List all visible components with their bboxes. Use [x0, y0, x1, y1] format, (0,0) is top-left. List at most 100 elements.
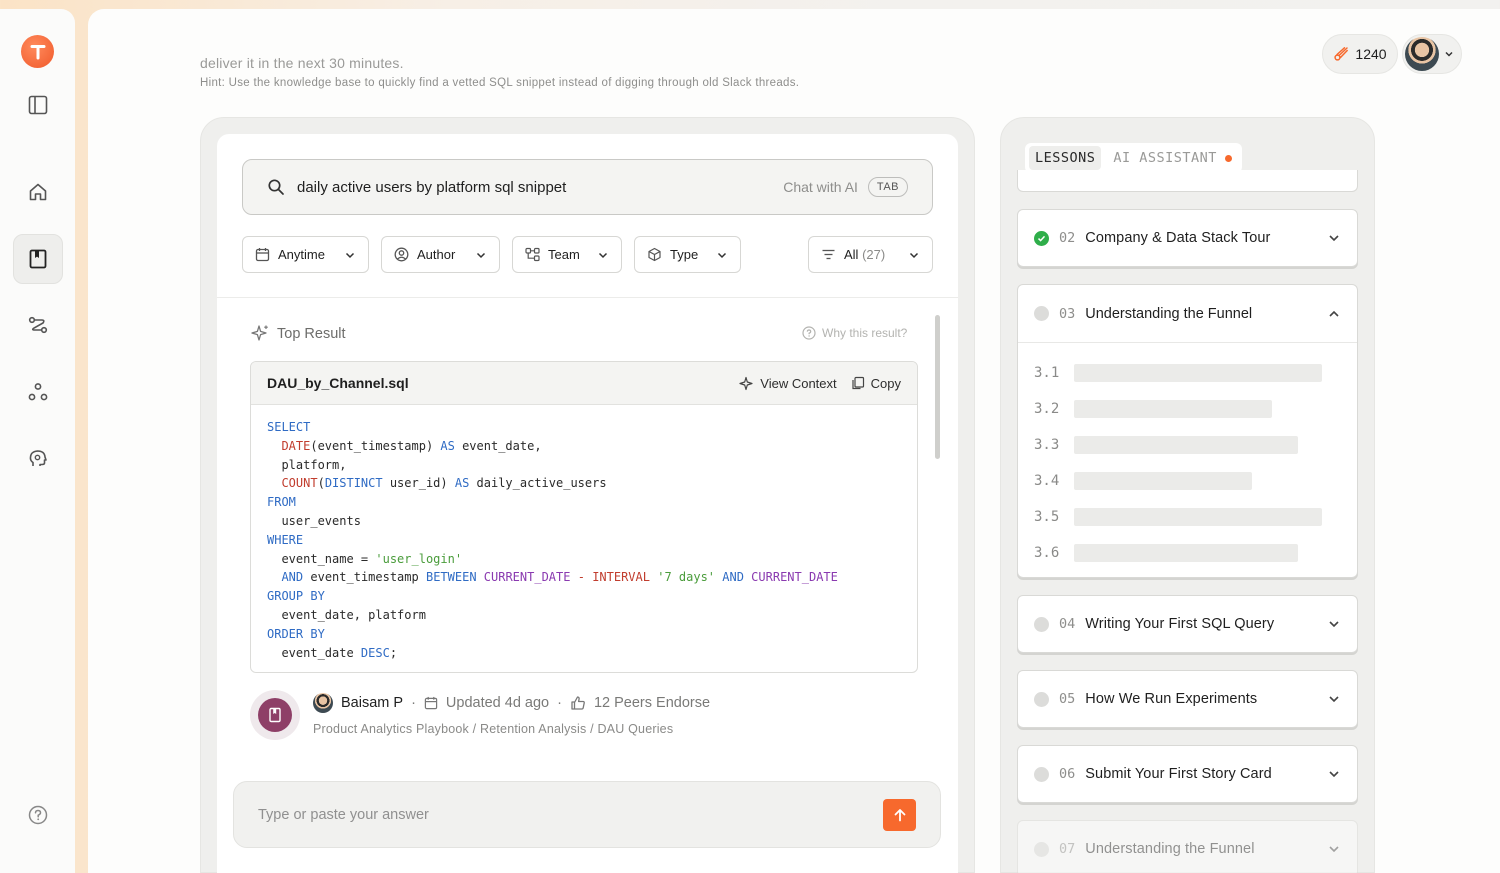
lesson-number: 07 [1059, 841, 1076, 857]
loading-placeholder [1074, 508, 1322, 526]
copy-icon [852, 376, 864, 390]
nav-skills[interactable] [13, 434, 63, 484]
lesson-item-expanded: 03 Understanding the Funnel 3.1 3.2 3.3 … [1017, 284, 1358, 578]
why-label: Why this result? [822, 326, 908, 340]
check-circle-icon [1034, 230, 1049, 246]
status-dot [1034, 616, 1049, 632]
help-icon [802, 326, 816, 340]
chat-with-ai-link[interactable]: Chat with AI [783, 179, 858, 195]
sub-lesson-item[interactable]: 3.2 [1034, 400, 1272, 418]
filter-author-label: Author [417, 247, 456, 262]
nav-paths[interactable] [13, 300, 63, 350]
loading-placeholder [1074, 472, 1252, 490]
sparkle-icon [251, 325, 268, 341]
tab-lessons[interactable]: LESSONS [1029, 146, 1102, 170]
filter-team-label: Team [548, 247, 580, 262]
sql-code-block: SELECT DATE(event_timestamp) AS event_da… [267, 420, 838, 660]
sub-lesson-item[interactable]: 3.3 [1034, 436, 1298, 454]
help-button[interactable] [13, 790, 63, 840]
sub-lesson-item[interactable]: 3.6 [1034, 544, 1298, 562]
nav-community[interactable] [13, 367, 63, 417]
view-context-button[interactable]: View Context [739, 376, 837, 391]
snippet-filename: DAU_by_Channel.sql [267, 375, 409, 391]
lesson-item[interactable]: 05 How We Run Experiments [1017, 670, 1358, 728]
scrollbar[interactable] [935, 315, 940, 459]
sub-lesson-item[interactable]: 3.5 [1034, 508, 1322, 526]
streak-icon [1334, 47, 1349, 61]
points-value: 1240 [1355, 46, 1387, 62]
filter-all-results[interactable]: All (27) [808, 236, 933, 273]
chevron-down-icon [345, 252, 355, 258]
loading-placeholder [1074, 400, 1272, 418]
points-badge[interactable]: 1240 [1322, 34, 1398, 74]
help-icon [28, 805, 48, 825]
tab-ai-assistant-label: AI ASSISTANT [1113, 150, 1217, 166]
avatar [1405, 37, 1439, 71]
book-icon [269, 707, 281, 723]
filter-anytime[interactable]: Anytime [242, 236, 369, 273]
filter-icon [822, 249, 835, 260]
tab-ai-assistant[interactable]: AI ASSISTANT [1107, 146, 1238, 170]
endorse-count[interactable]: 12 Peers Endorse [594, 695, 710, 711]
status-dot [1034, 306, 1049, 321]
app-logo[interactable] [21, 35, 54, 68]
lesson-title: Submit Your First Story Card [1085, 766, 1272, 782]
chevron-up-icon [1329, 310, 1339, 317]
lesson-item[interactable]: 04 Writing Your First SQL Query [1017, 595, 1358, 653]
lesson-title: Understanding the Funnel [1085, 305, 1253, 322]
submit-answer-button[interactable] [883, 799, 916, 831]
arrow-up-icon [894, 809, 905, 822]
answer-input[interactable]: Type or paste your answer [233, 781, 941, 848]
status-dot [1034, 841, 1049, 857]
chevron-down-icon [909, 252, 919, 258]
status-dot [1034, 766, 1049, 782]
divider [217, 297, 958, 298]
home-icon [29, 183, 47, 201]
loading-placeholder [1074, 544, 1298, 562]
filter-author[interactable]: Author [381, 236, 500, 273]
sidebar-toggle-icon [28, 95, 48, 115]
result-meta: Baisam P · Updated 4d ago · 12 Peers End… [313, 693, 710, 713]
book-icon [29, 249, 47, 269]
lesson-item[interactable]: 02 Company & Data Stack Tour [1017, 209, 1358, 267]
network-icon [28, 383, 48, 401]
sub-lesson-number: 3.2 [1034, 401, 1060, 417]
copy-button[interactable]: Copy [851, 376, 901, 391]
author-name[interactable]: Baisam P [341, 695, 403, 711]
chevron-down-icon [476, 252, 486, 258]
sub-lesson-item[interactable]: 3.4 [1034, 472, 1252, 490]
lesson-header[interactable]: 03 Understanding the Funnel [1018, 285, 1357, 343]
sidebar-toggle-button[interactable] [13, 80, 63, 130]
calendar-icon [255, 248, 270, 262]
filter-team[interactable]: Team [512, 236, 622, 273]
updated-time: Updated 4d ago [445, 695, 550, 711]
lesson-title: Company & Data Stack Tour [1085, 230, 1271, 246]
lesson-item[interactable]: 07 Understanding the Funnel [1017, 820, 1358, 873]
sub-lesson-item[interactable]: 3.1 [1034, 364, 1322, 382]
chevron-down-icon [717, 252, 727, 258]
loading-placeholder [1074, 364, 1322, 382]
nav-home[interactable] [13, 167, 63, 217]
filter-type[interactable]: Type [634, 236, 741, 273]
why-this-result-link[interactable]: Why this result? [802, 326, 907, 340]
filter-type-label: Type [670, 247, 699, 262]
lesson-number: 04 [1059, 616, 1076, 632]
chevron-down-icon [1329, 235, 1339, 242]
lesson-title: Understanding the Funnel [1085, 841, 1255, 857]
user-menu[interactable] [1402, 34, 1462, 74]
brain-icon [29, 450, 47, 466]
search-input[interactable]: daily active users by platform sql snipp… [242, 159, 933, 215]
lesson-number: 02 [1059, 230, 1076, 246]
lesson-title: Writing Your First SQL Query [1085, 616, 1275, 632]
filter-anytime-label: Anytime [278, 247, 325, 262]
sub-lesson-number: 3.5 [1034, 509, 1060, 525]
lesson-item[interactable]: 06 Submit Your First Story Card [1017, 745, 1358, 803]
chevron-down-icon [1445, 51, 1453, 57]
filter-all-count: (27) [862, 247, 886, 262]
chevron-down-icon [1329, 771, 1339, 778]
lesson-number: 05 [1059, 691, 1076, 707]
chevron-down-icon [1329, 696, 1339, 703]
top-result-heading: Top Result [251, 324, 346, 343]
nav-knowledge-base[interactable] [13, 234, 63, 284]
user-circle-icon [394, 247, 409, 262]
